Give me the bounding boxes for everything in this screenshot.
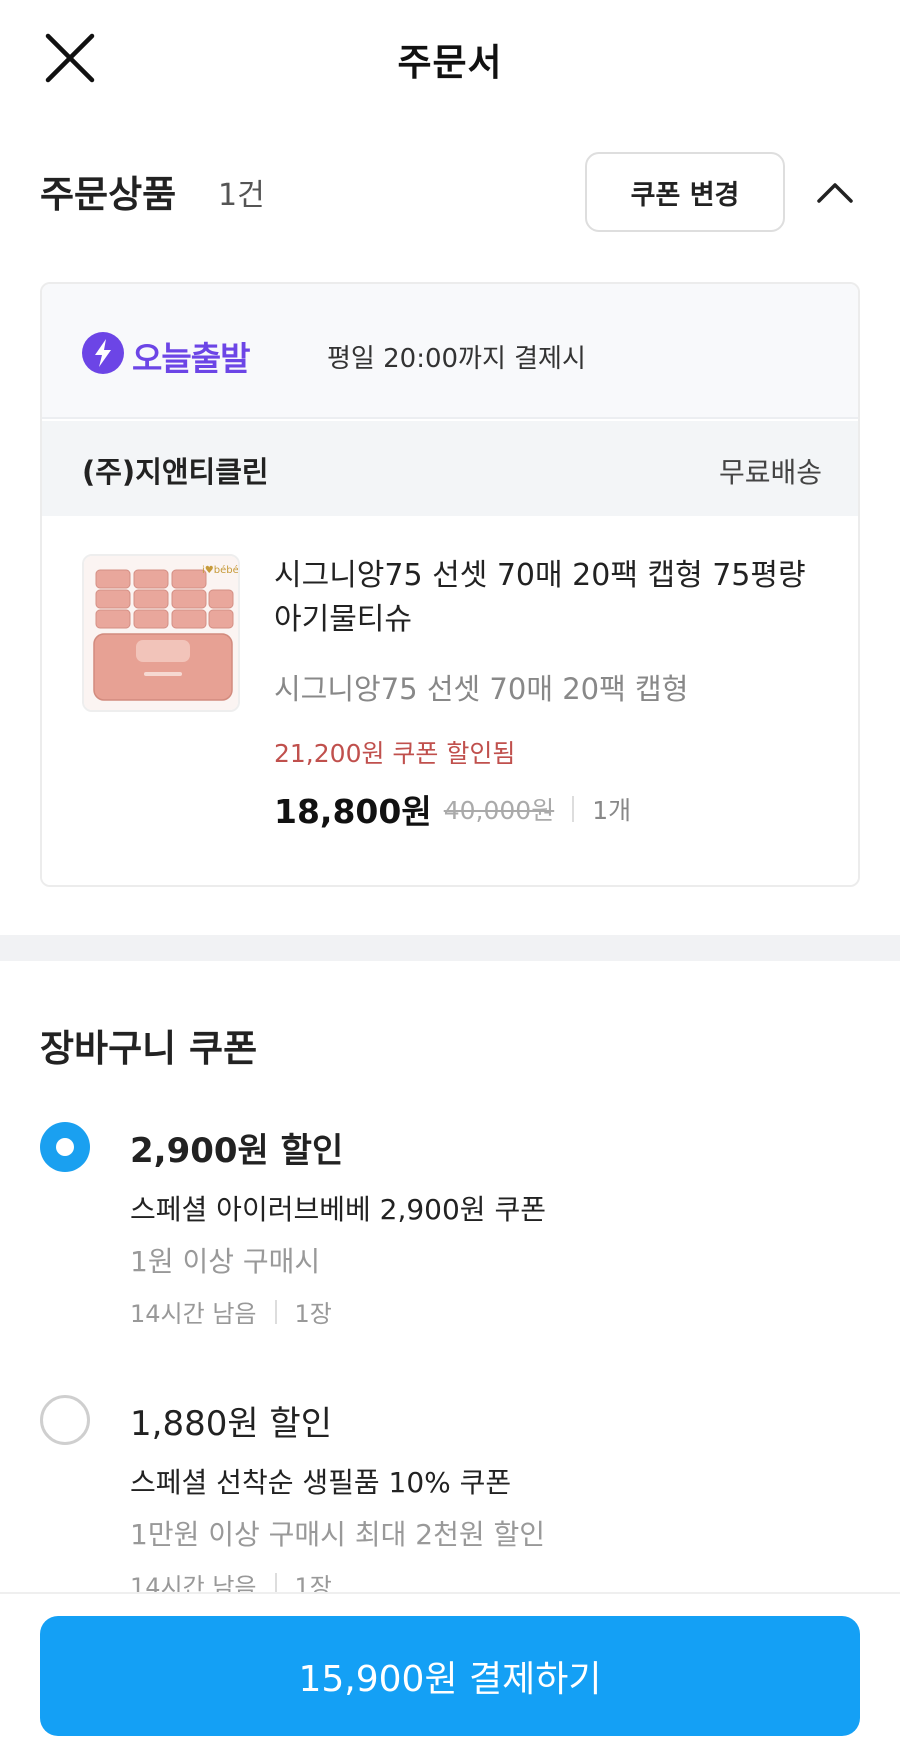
- delivery-info: 오늘출발 평일 20:00까지 결제시: [42, 284, 858, 419]
- coupon-meta: 14시간 남음 1장: [130, 1294, 332, 1329]
- coupon-remaining-time: 14시간 남음: [130, 1300, 257, 1328]
- coupon-amount: 2,900원 할인: [130, 1131, 344, 1171]
- delivery-deadline-note: 평일 20:00까지 결제시: [327, 344, 586, 374]
- coupon-change-button[interactable]: 쿠폰 변경: [585, 152, 785, 232]
- today-dispatch-label: 오늘출발: [132, 339, 250, 378]
- section-divider: [0, 935, 900, 961]
- coupon-count: 1장: [294, 1300, 332, 1328]
- order-page: 주문서 주문상품 1건 쿠폰 변경 오늘출발 평일 20:00까지 결제시 (주…: [0, 0, 900, 1755]
- price-line: 18,800원 40,000원 1개: [274, 784, 631, 834]
- coupon-condition: 1만원 이상 구매시 최대 2천원 할인: [130, 1518, 546, 1551]
- radio-selected-icon[interactable]: [40, 1122, 90, 1172]
- price-divider: [572, 796, 575, 822]
- quantity: 1개: [592, 796, 632, 825]
- coupon-name: 스페셜 아이러브베베 2,900원 쿠폰: [130, 1193, 546, 1226]
- order-section-header: 주문상품 1건 쿠폰 변경: [40, 150, 860, 240]
- coupon-discount-note: 21,200원 쿠폰 할인됨: [274, 739, 516, 768]
- order-card: 오늘출발 평일 20:00까지 결제시 (주)지앤티클린 무료배송 i♥bébé…: [40, 282, 860, 887]
- order-section-title: 주문상품: [40, 173, 177, 216]
- meta-divider: [274, 1299, 277, 1324]
- seller-name: (주)지앤티클린: [82, 455, 269, 489]
- pay-button[interactable]: 15,900원 결제하기: [40, 1616, 860, 1736]
- coupon-option-1[interactable]: 2,900원 할인 스페셜 아이러브베베 2,900원 쿠폰 1원 이상 구매시…: [40, 1120, 860, 1328]
- final-price: 18,800원: [274, 792, 432, 831]
- product-name[interactable]: 시그니앙75 선셋 70매 20팩 캡형 75평량 아기물티슈: [274, 554, 834, 642]
- chevron-up-icon[interactable]: [810, 168, 860, 218]
- thumb-brand-text: i♥bébé: [202, 564, 239, 576]
- coupon-option-2[interactable]: 1,880원 할인 스페셜 선착순 생필품 10% 쿠폰 1만원 이상 구매시 …: [40, 1393, 860, 1601]
- coupon-condition: 1원 이상 구매시: [130, 1245, 321, 1278]
- basket-coupon-title: 장바구니 쿠폰: [40, 1027, 258, 1070]
- order-item-count: 1건: [218, 178, 265, 213]
- seller-row: (주)지앤티클린 무료배송: [42, 421, 858, 516]
- original-price: 40,000원: [443, 796, 555, 825]
- lightning-icon: [82, 332, 124, 374]
- product-option: 시그니앙75 선셋 70매 20팩 캡형: [274, 672, 689, 706]
- shipping-fee: 무료배송: [718, 456, 822, 489]
- product-item: i♥bébé 시그니앙75 선셋 70매 20팩 캡형 75평량 아기물티슈 시…: [42, 516, 858, 885]
- header: 주문서: [0, 0, 900, 118]
- coupon-amount: 1,880원 할인: [130, 1404, 332, 1444]
- page-title: 주문서: [397, 41, 503, 84]
- radio-unselected-icon[interactable]: [40, 1395, 90, 1445]
- coupon-name: 스페셜 선착순 생필품 10% 쿠폰: [130, 1466, 512, 1499]
- bottom-pay-bar: 15,900원 결제하기: [0, 1592, 900, 1755]
- product-thumbnail[interactable]: i♥bébé: [82, 554, 240, 712]
